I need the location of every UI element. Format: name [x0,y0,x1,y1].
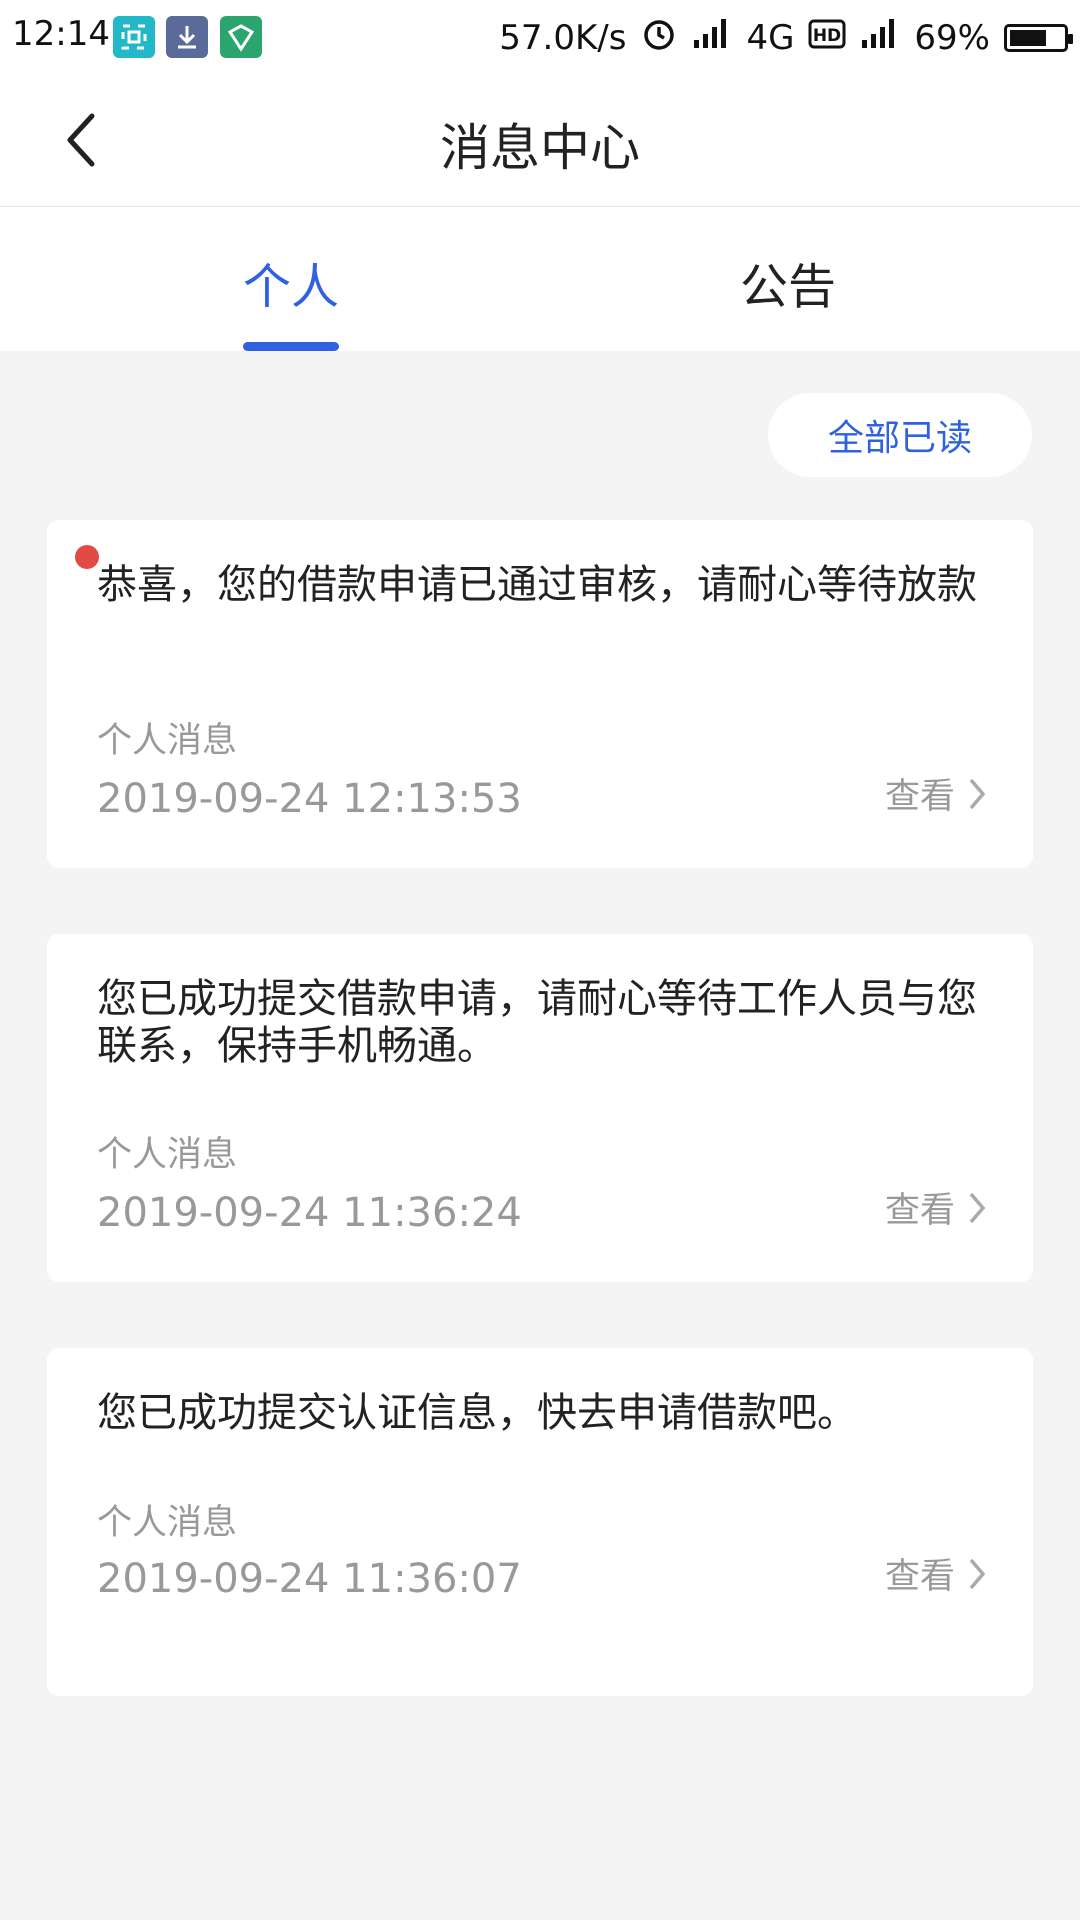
active-tab-indicator [243,342,339,351]
chevron-right-icon [967,1190,987,1226]
chevron-right-icon [967,1556,987,1592]
message-time: 2019-09-24 11:36:24 [97,1190,522,1236]
status-bar: 12:14 57.0K/s 4G HD 69% [0,0,1080,74]
view-label: 查看 [884,1557,955,1597]
navigation-bar: 消息中心 [0,74,1080,207]
message-time: 2019-09-24 11:36:07 [97,1556,522,1602]
battery-icon [1004,23,1073,52]
page-title: 消息中心 [440,119,640,177]
view-label: 查看 [884,777,955,817]
signal-icon [692,16,732,59]
battery-level [1010,29,1046,46]
message-type: 个人消息 [97,721,238,761]
message-type: 个人消息 [97,1135,238,1175]
signal-icon [860,16,900,59]
battery-percent: 69% [914,17,990,58]
view-link[interactable]: 查看 [885,1548,987,1599]
alarm-icon [640,14,678,61]
message-title: 您已成功提交认证信息，快去申请借款吧。 [97,1390,857,1436]
unread-dot [75,545,99,569]
message-time: 2019-09-24 12:13:53 [97,776,522,822]
svg-text:HD: HD [813,26,841,46]
message-type: 个人消息 [97,1503,238,1543]
network-type: 4G [746,17,795,58]
view-link[interactable]: 查看 [885,768,987,819]
hd-icon: HD [808,18,846,58]
view-label: 查看 [884,1191,955,1231]
shield-app-icon [220,16,262,58]
status-time: 12:14 [12,14,110,54]
tab-personal[interactable]: 个人 [141,247,441,317]
chevron-right-icon [967,776,987,812]
tab-bar: 个人 公告 [0,207,1080,351]
message-title: 您已成功提交借款申请，请耐心等待工作人员与您联系，保持手机畅通。 [97,976,977,1069]
message-card[interactable]: 您已成功提交认证信息，快去申请借款吧。 个人消息 2019-09-24 11:3… [47,1348,1033,1696]
download-app-icon [166,16,208,58]
tab-announcement[interactable]: 公告 [638,247,938,317]
message-title: 恭喜，您的借款申请已通过审核，请耐心等待放款 [97,562,977,608]
view-link[interactable]: 查看 [885,1182,987,1233]
net-speed: 57.0K/s [499,17,627,58]
screenshot-app-icon [113,16,155,58]
message-card[interactable]: 恭喜，您的借款申请已通过审核，请耐心等待放款 个人消息 2019-09-24 1… [47,520,1033,868]
message-card[interactable]: 您已成功提交借款申请，请耐心等待工作人员与您联系，保持手机畅通。 个人消息 20… [47,934,1033,1282]
mark-all-read-button[interactable]: 全部已读 [768,393,1032,477]
